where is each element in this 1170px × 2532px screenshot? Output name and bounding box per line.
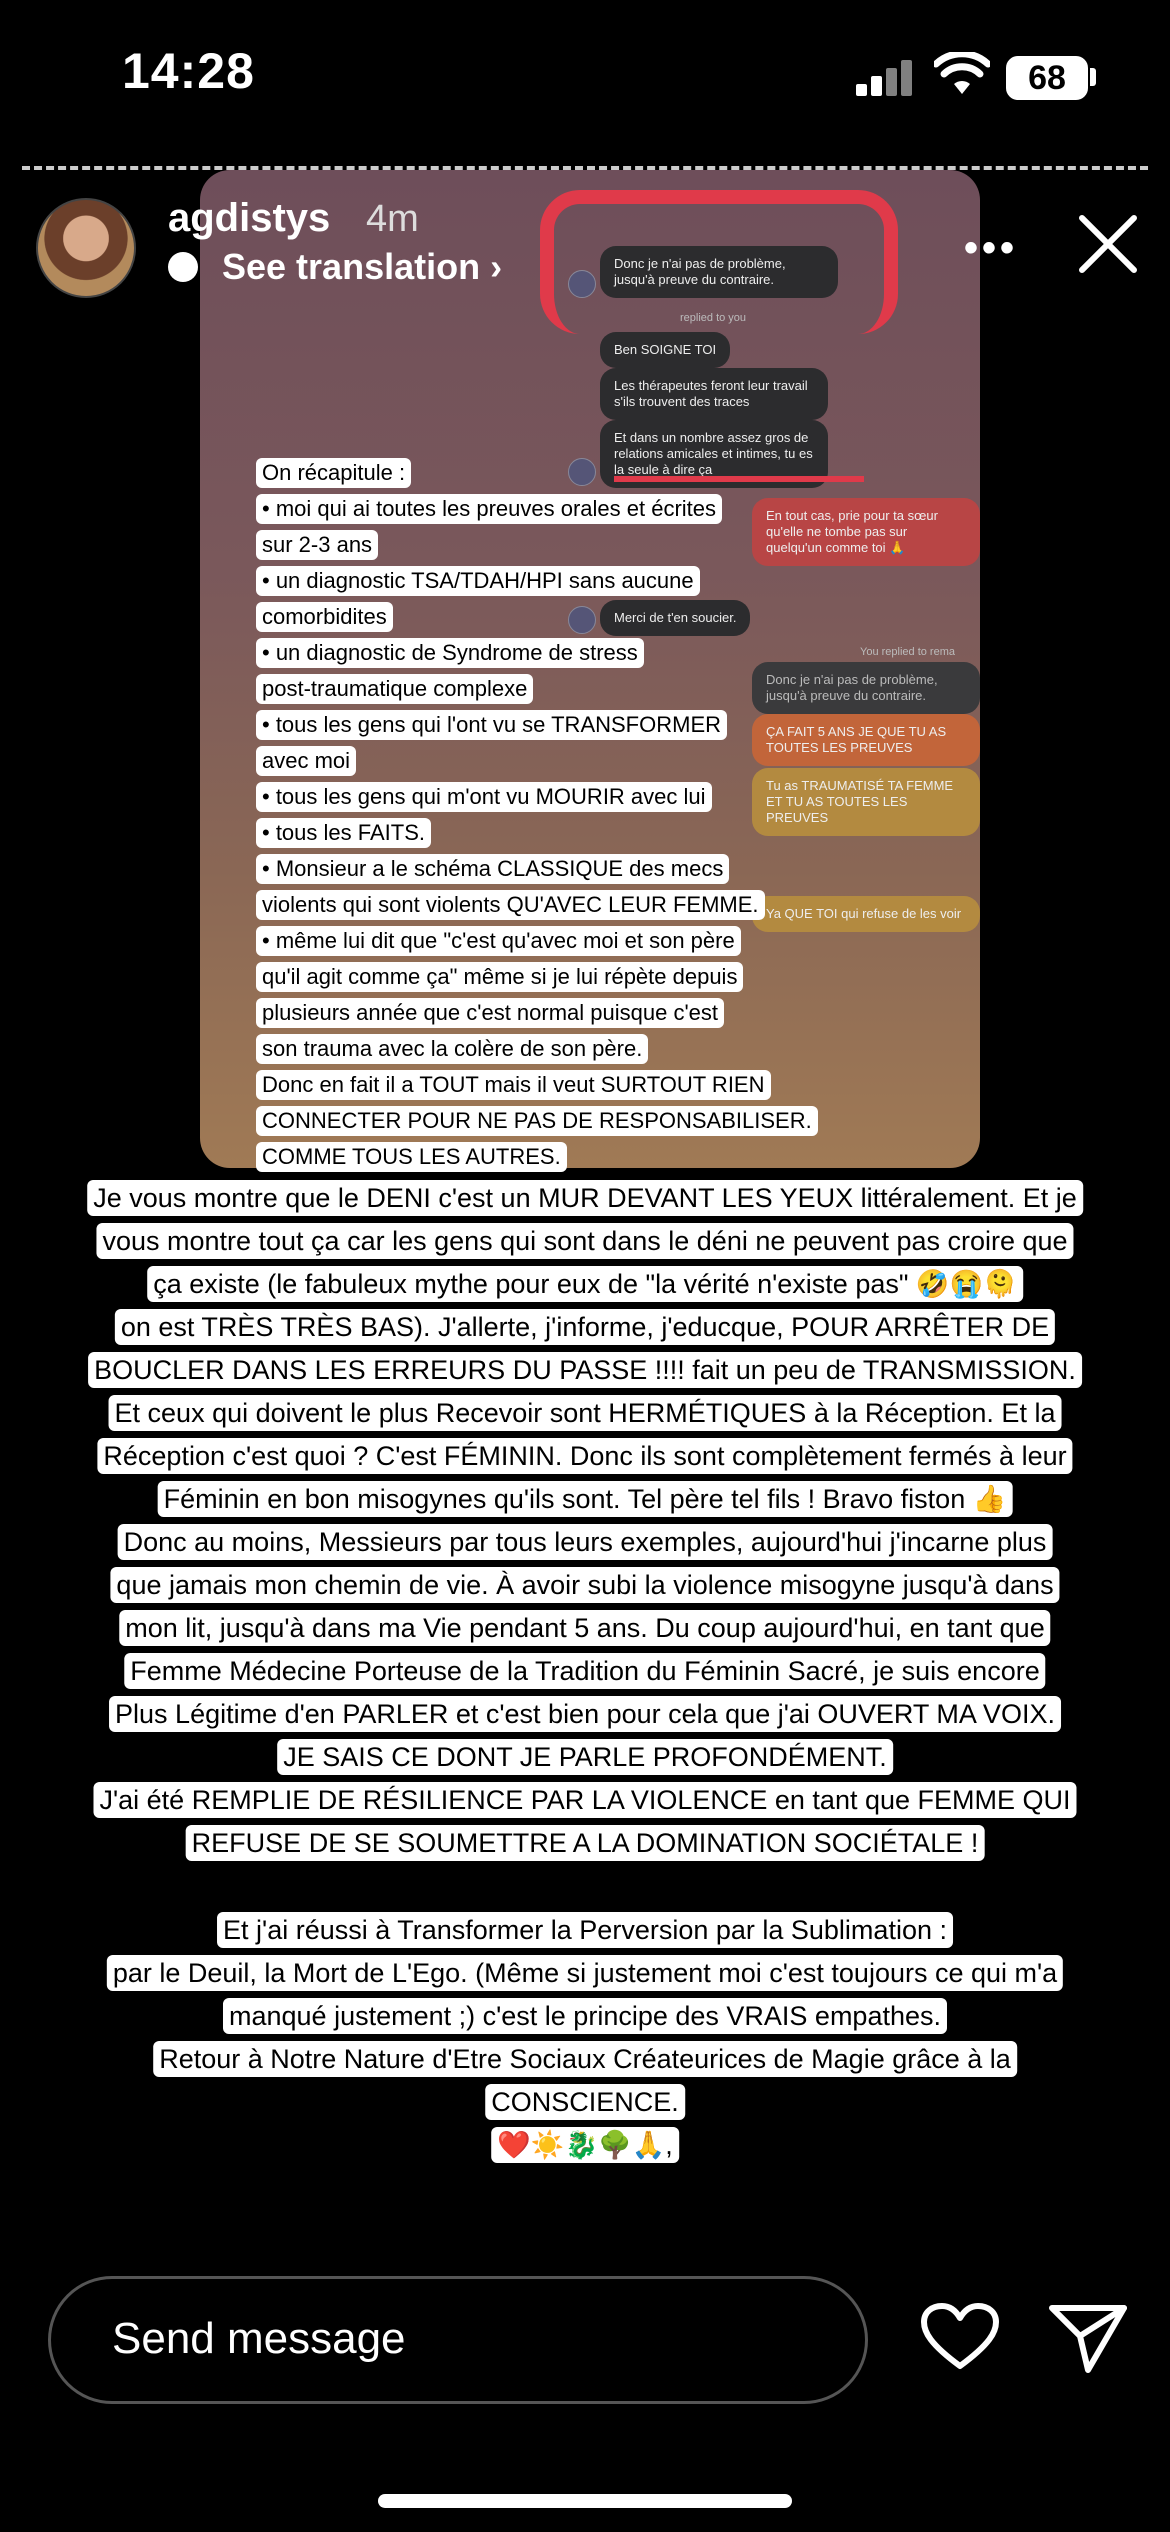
recap-line: Donc en fait il a TOUT mais il veut SURT… (256, 1070, 771, 1101)
dm-message-sent: En tout cas, prie pour ta sœur qu'elle n… (752, 498, 980, 566)
dm-message-sent: Ya QUE TOI qui refuse de les voir (752, 896, 980, 932)
dm-reply-note: You replied to rema (860, 646, 955, 658)
caption-line: Et ceux qui doivent le plus Recevoir son… (108, 1395, 1062, 1432)
caption-line: par le Deuil, la Mort de L'Ego. (Même si… (106, 1955, 1064, 1992)
dm-avatar (568, 606, 596, 634)
recap-line: On récapitule : (256, 458, 412, 489)
recap-line: COMME TOUS LES AUTRES. (256, 1142, 567, 1173)
recap-line: • Monsieur a le schéma CLASSIQUE des mec… (256, 854, 730, 885)
caption-line: Donc au moins, Messieurs par tous leurs … (117, 1524, 1053, 1561)
heart-icon[interactable] (920, 2302, 1000, 2372)
recap-line: sur 2-3 ans (256, 530, 379, 561)
caption-line: Plus Légitime d'en PARLER et c'est bien … (109, 1696, 1061, 1733)
recap-line: violents qui sont violents QU'AVEC LEUR … (256, 890, 765, 921)
avatar[interactable] (36, 198, 136, 298)
recap-line: • moi qui ai toutes les preuves orales e… (256, 494, 723, 525)
red-highlight-marker (540, 190, 898, 334)
caption-line: J'ai été REMPLIE DE RÉSILIENCE PAR LA VI… (93, 1782, 1077, 1819)
dm-avatar (568, 458, 596, 486)
caption-line: Et j'ai réussi à Transformer la Perversi… (217, 1912, 953, 1949)
recap-line: plusieurs année que c'est normal puisque… (256, 998, 725, 1029)
caption-line: BOUCLER DANS LES ERREURS DU PASSE !!!! f… (88, 1352, 1082, 1389)
more-dots-icon[interactable]: ••• (964, 226, 1018, 271)
caption-line: que jamais mon chemin de vie. À avoir su… (110, 1567, 1060, 1604)
translation-bubble-icon (168, 252, 198, 282)
close-icon[interactable] (1076, 212, 1140, 276)
dm-message: Les thérapeutes feront leur travail s'il… (600, 368, 828, 420)
caption-line: vous montre tout ça car les gens qui son… (96, 1223, 1074, 1260)
recap-line: CONNECTER POUR NE PAS DE RESPONSABILISER… (256, 1106, 818, 1137)
dm-message: Merci de t'en soucier. (600, 600, 751, 636)
send-message-placeholder: Send message (112, 2314, 406, 2363)
recap-line: comorbidites (256, 602, 393, 633)
chevron-right-icon: › (490, 246, 503, 287)
recap-line: • tous les FAITS. (256, 818, 431, 849)
battery-icon: 68 (1006, 56, 1088, 100)
paper-plane-icon[interactable] (1048, 2300, 1128, 2374)
caption-line: CONSCIENCE. (485, 2084, 685, 2121)
recap-line: • tous les gens qui m'ont vu MOURIR avec… (256, 782, 712, 813)
caption-line: mon lit, jusqu'à dans ma Vie pendant 5 a… (119, 1610, 1051, 1647)
recap-line: • même lui dit que "c'est qu'avec moi et… (256, 926, 741, 957)
dm-message: Ben SOIGNE TOI (600, 332, 731, 368)
battery-tip (1090, 68, 1096, 86)
caption-line: Réception c'est quoi ? C'est FÉMININ. Do… (97, 1438, 1073, 1475)
caption-line: on est TRÈS TRÈS BAS). J'allerte, j'info… (114, 1309, 1056, 1346)
caption-line: Féminin en bon misogynes qu'ils sont. Te… (157, 1481, 1013, 1518)
wifi-icon (934, 52, 990, 94)
recap-line: avec moi (256, 746, 357, 777)
caption-line: Je vous montre que le DENI c'est un MUR … (87, 1180, 1083, 1217)
recap-line: qu'il agit comme ça" même si je lui répè… (256, 962, 744, 993)
caption-emoji-line: ❤️☀️🐉🌳🙏, (491, 2127, 679, 2164)
status-time: 14:28 (122, 43, 255, 99)
caption-line: manqué justement ;) c'est le principe de… (222, 1998, 948, 2035)
caption-line: REFUSE DE SE SOUMETTRE A LA DOMINATION S… (185, 1825, 985, 1862)
red-underline-marker (614, 476, 864, 482)
recap-line: • tous les gens qui l'ont vu se TRANSFOR… (256, 710, 728, 741)
recap-line: post-traumatique complexe (256, 674, 534, 705)
recap-line: • un diagnostic de Syndrome de stress (256, 638, 644, 669)
caption-line: JE SAIS CE DONT JE PARLE PROFONDÉMENT. (277, 1739, 893, 1776)
cellular-signal-icon (856, 56, 914, 96)
dm-message-sent: ÇA FAIT 5 ANS JE QUE TU AS TOUTES LES PR… (752, 714, 980, 766)
story-time-ago: 4m (366, 198, 419, 240)
recap-line: • un diagnostic TSA/TDAH/HPI sans aucune (256, 566, 700, 597)
caption-line: Retour à Notre Nature d'Etre Sociaux Cré… (153, 2041, 1017, 2078)
story-username[interactable]: agdistys (168, 196, 330, 241)
see-translation-label: See translation (222, 246, 481, 287)
caption-line: ça existe (le fabuleux mythe pour eux de… (147, 1266, 1023, 1303)
dm-message-sent: Tu as TRAUMATISÉ TA FEMME ET TU AS TOUTE… (752, 768, 980, 836)
recap-line: son trauma avec la colère de son père. (256, 1034, 649, 1065)
dm-quoted-message: Donc je n'ai pas de problème, jusqu'à pr… (752, 662, 980, 714)
home-indicator (378, 2494, 792, 2508)
see-translation-button[interactable]: See translation › (222, 246, 502, 288)
caption-line: Femme Médecine Porteuse de la Tradition … (124, 1653, 1046, 1690)
